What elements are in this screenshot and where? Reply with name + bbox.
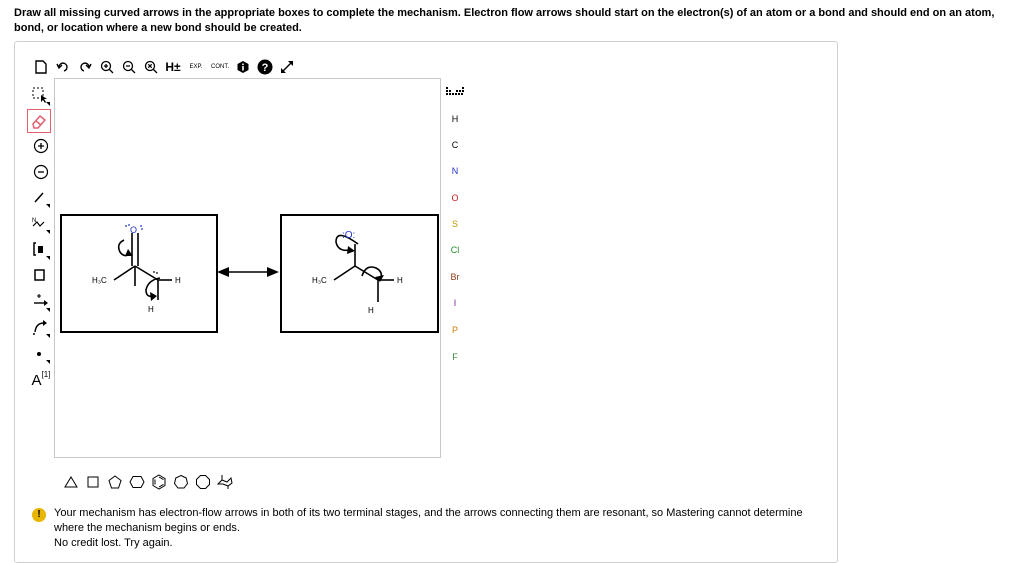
pentagon-icon[interactable] bbox=[104, 473, 126, 491]
element-cl[interactable]: Cl bbox=[440, 245, 470, 255]
svg-text:N: N bbox=[32, 218, 36, 224]
feedback-text: Your mechanism has electron-flow arrows … bbox=[54, 507, 803, 534]
hexagon-icon[interactable] bbox=[126, 473, 148, 491]
fullscreen-icon[interactable] bbox=[276, 57, 298, 77]
hydrogen-right-label: H bbox=[175, 276, 181, 285]
square-icon[interactable] bbox=[82, 473, 104, 491]
methyl-label: H₃C bbox=[312, 276, 327, 285]
zoom-out-icon[interactable] bbox=[118, 57, 140, 77]
help-icon[interactable]: ? bbox=[254, 57, 276, 77]
hydrogen-bottom-label: H bbox=[368, 306, 374, 315]
info-icon[interactable] bbox=[232, 57, 254, 77]
hydrogen-right-label: H bbox=[397, 276, 403, 285]
curved-arrow-tool-icon[interactable] bbox=[27, 317, 55, 339]
shape-palette bbox=[60, 473, 236, 491]
bracket-tool-icon[interactable] bbox=[27, 239, 55, 261]
eraser-tool-icon[interactable] bbox=[27, 109, 51, 133]
stage-box-right[interactable]: :O: H₃C H H bbox=[280, 214, 439, 333]
reaction-arrow-tool-icon[interactable] bbox=[27, 291, 55, 313]
redo-icon[interactable] bbox=[74, 57, 96, 77]
top-toolbar: H± EXP. CONT. ? bbox=[30, 57, 298, 77]
element-h[interactable]: H bbox=[440, 114, 470, 124]
stage-box-left[interactable]: O H₃C H H bbox=[60, 214, 218, 333]
text-tool-label: A bbox=[31, 371, 42, 389]
heptagon-icon[interactable] bbox=[170, 473, 192, 491]
new-document-icon[interactable] bbox=[30, 57, 52, 77]
oxygen-anion: :O: bbox=[342, 230, 356, 241]
octagon-icon[interactable] bbox=[192, 473, 214, 491]
element-s[interactable]: S bbox=[440, 219, 470, 229]
text-tool[interactable]: A [1] bbox=[27, 369, 55, 391]
hydrogen-bottom-label: H bbox=[148, 305, 154, 314]
warning-icon: ! bbox=[32, 508, 46, 522]
element-i[interactable]: I bbox=[440, 298, 470, 308]
chain-tool-icon[interactable]: N bbox=[27, 213, 55, 235]
positive-charge-icon[interactable] bbox=[27, 135, 55, 157]
element-c[interactable]: C bbox=[440, 140, 470, 150]
zoom-in-icon[interactable] bbox=[96, 57, 118, 77]
atom-map-label: [1] bbox=[41, 369, 51, 379]
oxygen-atom: O bbox=[130, 225, 138, 235]
zoom-reset-icon[interactable] bbox=[140, 57, 162, 77]
bond-tool-icon[interactable] bbox=[27, 187, 55, 209]
element-br[interactable]: Br bbox=[440, 272, 470, 282]
rectangle-tool-icon[interactable] bbox=[27, 265, 55, 287]
contract-button[interactable]: CONT. bbox=[208, 57, 232, 77]
resonance-arrow bbox=[217, 267, 279, 277]
triangle-icon[interactable] bbox=[60, 473, 82, 491]
element-n[interactable]: N bbox=[440, 166, 470, 176]
element-f[interactable]: F bbox=[440, 352, 470, 362]
chair-cyclohexane-icon[interactable] bbox=[214, 473, 236, 491]
periodic-table-icon[interactable] bbox=[440, 86, 470, 100]
svg-text:?: ? bbox=[262, 62, 269, 74]
credit-text: No credit lost. Try again. bbox=[54, 537, 173, 549]
select-tool-icon[interactable] bbox=[27, 85, 55, 107]
benzene-icon[interactable] bbox=[148, 473, 170, 491]
methyl-label: H₃C bbox=[92, 276, 107, 285]
element-o[interactable]: O bbox=[440, 193, 470, 203]
element-p[interactable]: P bbox=[440, 325, 470, 335]
negative-charge-icon[interactable] bbox=[27, 161, 55, 183]
lone-pair-tool-icon[interactable] bbox=[27, 343, 55, 365]
instructions-text: Draw all missing curved arrows in the ap… bbox=[14, 7, 995, 34]
h-plus-button[interactable]: H± bbox=[162, 57, 184, 77]
undo-icon[interactable] bbox=[52, 57, 74, 77]
expand-button[interactable]: EXP. bbox=[184, 57, 208, 77]
